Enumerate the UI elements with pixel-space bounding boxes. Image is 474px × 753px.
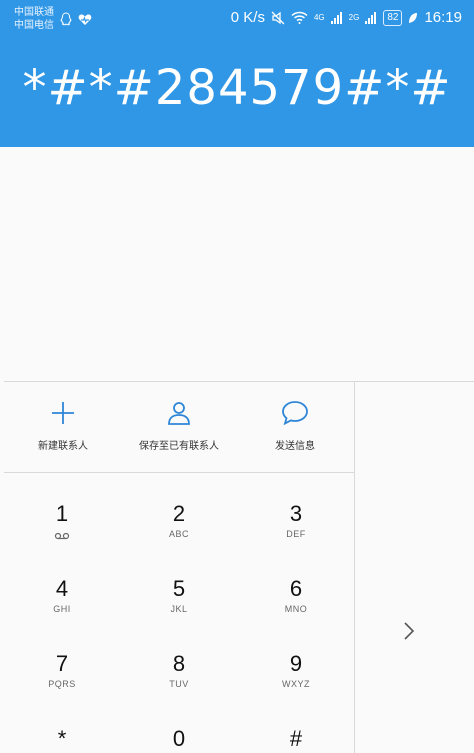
key-letters: JKL [170, 604, 188, 614]
dialed-number[interactable]: *#*#284579#*# [0, 60, 474, 116]
person-icon [168, 402, 190, 425]
qq-icon [60, 12, 72, 26]
key-1[interactable]: 1 [4, 501, 120, 545]
signal-2-icon [365, 11, 377, 24]
battery-level: 82 [383, 9, 403, 26]
key-letters: MNO [284, 604, 308, 614]
key-6[interactable]: 6 MNO [238, 576, 354, 614]
chevron-right-icon[interactable] [402, 620, 416, 642]
key-digit: 3 [289, 501, 303, 526]
key-digit: 6 [289, 576, 303, 601]
net-speed: 0 K/s [230, 9, 265, 26]
carrier-names: 中国联通 中国电信 [14, 6, 54, 32]
key-4[interactable]: 4 GHI [4, 576, 120, 614]
key-letters: WXYZ [282, 679, 310, 689]
key-3[interactable]: 3 DEF [238, 501, 354, 539]
key-2[interactable]: 2 ABC [121, 501, 237, 539]
health-icon [78, 14, 92, 25]
network-type-1: 4G [313, 12, 325, 22]
key-digit: # [289, 726, 303, 751]
wifi-icon [291, 11, 308, 24]
key-digit: 1 [55, 501, 69, 526]
suggestions-area [0, 147, 474, 380]
signal-1-icon [330, 11, 342, 24]
leaf-icon [409, 12, 418, 23]
status-bar: 中国联通 中国电信 0 K/s 4G 2G 82 16:19 [0, 0, 474, 40]
action-row: 新建联系人 保存至已有联系人 发送信息 [4, 382, 354, 472]
key-letters: PQRS [48, 679, 76, 689]
new-contact-button[interactable]: 新建联系人 [8, 400, 118, 452]
keypad: 1 2 ABC 3 DEF 4 GHI 5 JKL 6 MNO 7 PQRS 8… [4, 473, 354, 753]
key-9[interactable]: 9 WXYZ [238, 651, 354, 689]
key-letters: ABC [168, 529, 189, 539]
status-right: 0 K/s 4G 2G 82 16:19 [231, 9, 462, 26]
key-digit: 0 [172, 726, 186, 751]
send-message-label: 发送信息 [275, 441, 315, 452]
key-5[interactable]: 5 JKL [121, 576, 237, 614]
key-digit: 8 [172, 651, 186, 676]
voicemail-icon [54, 532, 70, 540]
key-letters: GHI [53, 604, 71, 614]
key-0[interactable]: 0 [121, 726, 237, 752]
key-star[interactable]: * [4, 726, 120, 752]
key-8[interactable]: 8 TUV [121, 651, 237, 689]
message-icon [282, 401, 308, 426]
key-7[interactable]: 7 PQRS [4, 651, 120, 689]
key-digit: 4 [55, 576, 69, 601]
key-digit: 7 [55, 651, 69, 676]
key-digit: * [57, 726, 67, 751]
new-contact-label: 新建联系人 [38, 441, 88, 452]
dialer-header: 中国联通 中国电信 0 K/s 4G 2G 82 16:19 *#*#28457… [0, 0, 474, 147]
save-to-contact-label: 保存至已有联系人 [139, 441, 219, 452]
status-left-icons [60, 12, 92, 26]
mute-icon [271, 11, 285, 24]
plus-icon [52, 402, 74, 424]
network-type-2: 2G [348, 12, 360, 22]
panel-divider [354, 382, 355, 753]
key-letters: TUV [169, 679, 189, 689]
key-digit: 5 [172, 576, 186, 601]
send-message-button[interactable]: 发送信息 [240, 400, 350, 452]
carrier-2: 中国电信 [14, 20, 54, 31]
key-digit: 2 [172, 501, 186, 526]
key-letters: DEF [286, 529, 306, 539]
clock: 16:19 [424, 9, 462, 26]
key-hash[interactable]: # [238, 726, 354, 752]
key-digit: 9 [289, 651, 303, 676]
save-to-contact-button[interactable]: 保存至已有联系人 [124, 400, 234, 452]
carrier-1: 中国联通 [14, 7, 54, 18]
